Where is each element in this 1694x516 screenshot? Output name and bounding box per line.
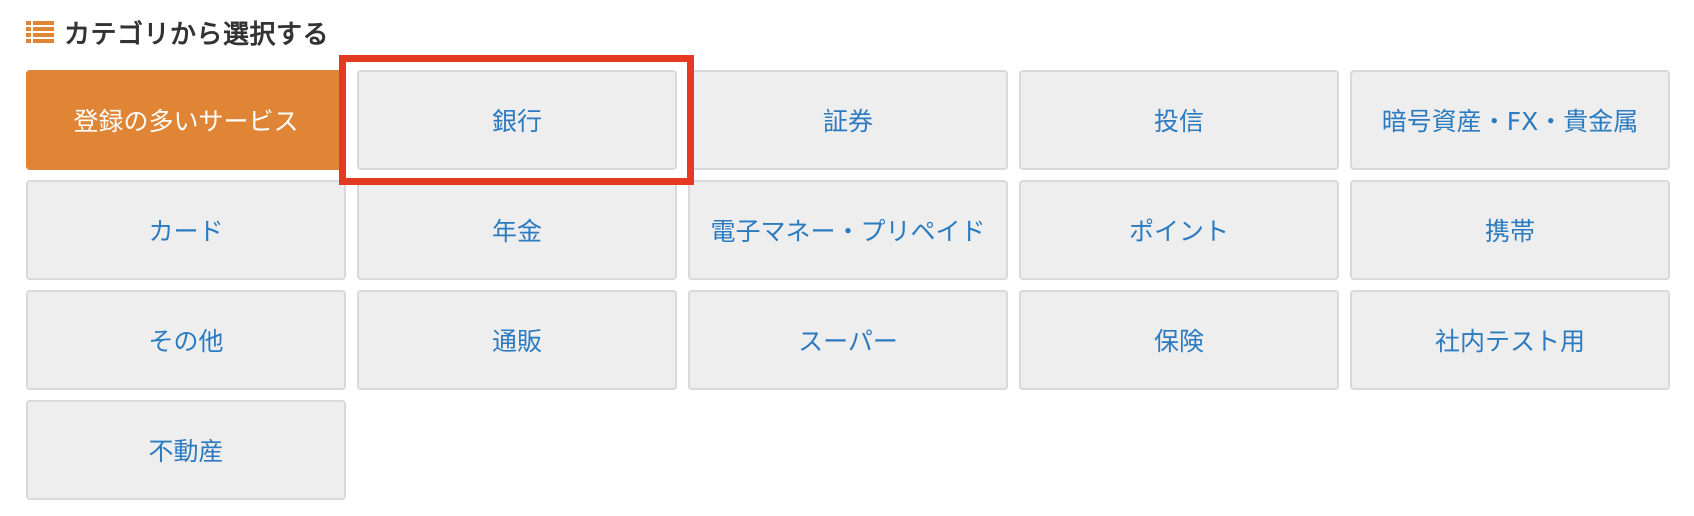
category-button-real-estate[interactable]: 不動産: [26, 400, 346, 500]
category-label: 登録の多いサービス: [73, 107, 299, 136]
category-button-insurance[interactable]: 保険: [1019, 290, 1339, 390]
category-label: 社内テスト用: [1434, 327, 1585, 356]
category-button-investment-trust[interactable]: 投信: [1019, 70, 1339, 170]
section-title: カテゴリから選択する: [64, 19, 330, 50]
category-button-popular[interactable]: 登録の多いサービス: [26, 70, 346, 170]
category-section: カテゴリから選択する 登録の多いサービス 銀行 証券 投信 暗号資産・FX・貴金…: [0, 0, 1694, 516]
category-label: 電子マネー・プリペイド: [710, 217, 986, 246]
category-label: ポイント: [1128, 217, 1229, 246]
category-button-online-shopping[interactable]: 通販: [357, 290, 677, 390]
category-button-crypto-fx-metals[interactable]: 暗号資産・FX・貴金属: [1350, 70, 1670, 170]
list-icon: [26, 21, 54, 43]
category-grid: 登録の多いサービス 銀行 証券 投信 暗号資産・FX・貴金属 カード 年金 電子…: [26, 70, 1670, 500]
category-label: 通販: [491, 327, 542, 356]
category-button-pension[interactable]: 年金: [357, 180, 677, 280]
category-label: その他: [148, 327, 224, 356]
category-label: スーパー: [798, 327, 898, 356]
category-button-bank[interactable]: 銀行: [357, 70, 677, 170]
category-label: 不動産: [148, 437, 224, 466]
category-button-mobile[interactable]: 携帯: [1350, 180, 1670, 280]
category-label: 投信: [1153, 107, 1204, 136]
category-button-emoney-prepaid[interactable]: 電子マネー・プリペイド: [688, 180, 1008, 280]
category-button-internal-test[interactable]: 社内テスト用: [1350, 290, 1670, 390]
category-button-points[interactable]: ポイント: [1019, 180, 1339, 280]
category-label: 保険: [1153, 327, 1204, 356]
category-label: 携帯: [1484, 217, 1535, 246]
category-label: 証券: [822, 107, 873, 136]
category-label: 年金: [491, 217, 542, 246]
category-label: 暗号資産・FX・貴金属: [1381, 107, 1639, 136]
category-button-card[interactable]: カード: [26, 180, 346, 280]
category-label: 銀行: [491, 107, 542, 136]
category-button-supermarket[interactable]: スーパー: [688, 290, 1008, 390]
category-button-other[interactable]: その他: [26, 290, 346, 390]
category-label: カード: [148, 217, 224, 246]
category-button-securities[interactable]: 証券: [688, 70, 1008, 170]
section-heading: カテゴリから選択する: [26, 12, 329, 52]
